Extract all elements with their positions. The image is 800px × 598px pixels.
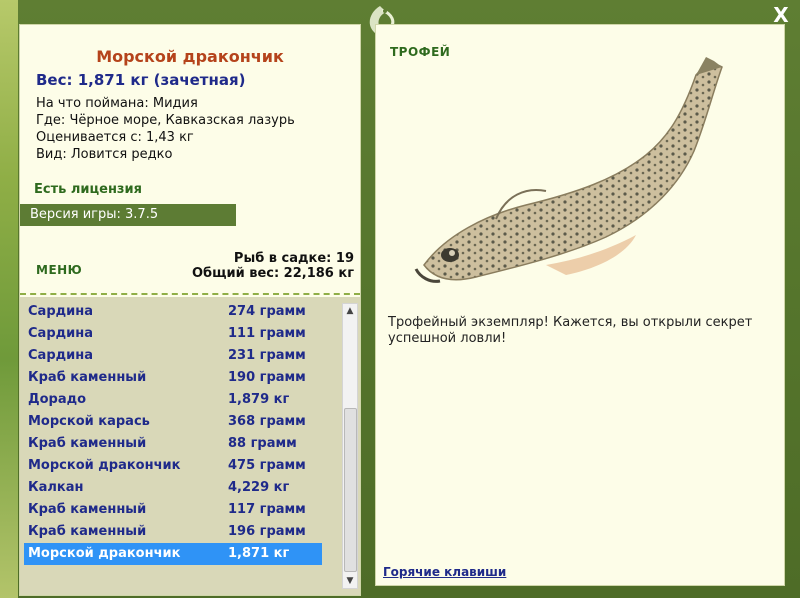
trophy-message: Трофейный экземпляр! Кажется, вы открыли… <box>388 315 753 346</box>
fish-info-panel: Морской дракончик Вес: 1,871 кг (зачетна… <box>19 24 361 596</box>
catch-name: Сардина <box>28 348 93 363</box>
detail-label: Оценивается с: <box>36 130 146 145</box>
catch-row[interactable]: Краб каменный 190 грамм <box>24 367 322 389</box>
catch-weight: 1,879 кг <box>228 392 290 407</box>
catch-name: Морской дракончик <box>28 546 181 561</box>
fish-image <box>414 57 723 283</box>
background-strip <box>0 0 18 598</box>
cage-total-weight: Общий вес: 22,186 кг <box>191 266 354 281</box>
game-version: Версия игры: 3.7.5 <box>20 204 236 226</box>
catch-name: Краб каменный <box>28 502 147 517</box>
catch-weight: 190 грамм <box>228 370 306 385</box>
catch-weight: 196 грамм <box>228 524 306 539</box>
catch-weight: 4,229 кг <box>228 480 290 495</box>
scroll-up-icon[interactable]: ▲ <box>343 304 357 318</box>
scroll-down-icon[interactable]: ▼ <box>343 574 357 588</box>
detail-label: Где: <box>36 113 70 128</box>
detail-value: 1,43 кг <box>146 130 194 145</box>
catch-name: Морской карась <box>28 414 150 429</box>
catch-name: Калкан <box>28 480 84 495</box>
close-icon[interactable]: X <box>770 4 792 26</box>
catch-row[interactable]: Краб каменный 88 грамм <box>24 433 322 455</box>
scroll-thumb[interactable] <box>344 408 357 572</box>
cage-stats: Рыб в садке: 19 Общий вес: 22,186 кг <box>192 251 354 281</box>
hotkeys-link[interactable]: Горячие клавиши <box>383 565 506 579</box>
catch-row[interactable]: Сардина 111 грамм <box>24 323 322 345</box>
fish-title: Морской дракончик <box>96 47 284 66</box>
cage-count: Рыб в садке: 19 <box>233 251 354 266</box>
catch-weight: 117 грамм <box>228 502 306 517</box>
detail-label: Вид: <box>36 147 71 162</box>
catch-row[interactable]: Калкан 4,229 кг <box>24 477 322 499</box>
catch-row[interactable]: Морской карась 368 грамм <box>24 411 322 433</box>
catch-list: Сардина 274 грамм Сардина 111 грамм Сардин… <box>20 297 360 595</box>
catch-row[interactable]: Морской дракончик 475 грамм <box>24 455 322 477</box>
catch-weight: 88 грамм <box>228 436 297 451</box>
catch-list-scrollbar[interactable]: ▲ ▼ <box>342 303 358 589</box>
catch-name: Краб каменный <box>28 524 147 539</box>
detail-rarity: Вид: Ловится редко <box>36 146 295 163</box>
catch-name: Сардина <box>28 304 93 319</box>
catch-row[interactable]: Сардина 231 грамм <box>24 345 322 367</box>
catch-name: Дорадо <box>28 392 87 407</box>
catch-name: Морской дракончик <box>28 458 181 473</box>
fish-details: На что поймана: Мидия Где: Чёрное море, … <box>36 95 295 163</box>
detail-location: Где: Чёрное море, Кавказская лазурь <box>36 112 295 129</box>
catch-name: Сардина <box>28 326 93 341</box>
catch-weight: 111 грамм <box>228 326 306 341</box>
catch-weight: 274 грамм <box>228 304 306 319</box>
catch-row[interactable]: Краб каменный 196 грамм <box>24 521 322 543</box>
trophy-panel: ТРОФЕЙ Трофейный экземпляр! Кажется, вы … <box>375 24 785 586</box>
catch-row[interactable]: Сардина 274 грамм <box>24 301 322 323</box>
catch-weight: 1,871 кг <box>228 546 290 561</box>
license-status: Есть лицензия <box>34 182 142 197</box>
menu-button[interactable]: МЕНЮ <box>36 263 82 277</box>
catch-row[interactable]: Дорадо 1,879 кг <box>24 389 322 411</box>
catch-row-selected[interactable]: Морской дракончик 1,871 кг <box>24 543 322 565</box>
detail-value: Чёрное море, Кавказская лазурь <box>69 113 295 128</box>
catch-weight: 231 грамм <box>228 348 306 363</box>
catch-weight: 475 грамм <box>228 458 306 473</box>
catch-name: Краб каменный <box>28 436 147 451</box>
detail-valued-from: Оценивается с: 1,43 кг <box>36 129 295 146</box>
catch-weight: 368 грамм <box>228 414 306 429</box>
detail-value: Мидия <box>152 96 198 111</box>
detail-label: На что поймана: <box>36 96 153 111</box>
catch-name: Краб каменный <box>28 370 147 385</box>
catch-row[interactable]: Краб каменный 117 грамм <box>24 499 322 521</box>
divider <box>20 293 360 295</box>
detail-value: Ловится редко <box>70 147 173 162</box>
detail-bait: На что поймана: Мидия <box>36 95 295 112</box>
fish-weight: Вес: 1,871 кг (зачетная) <box>36 71 246 89</box>
